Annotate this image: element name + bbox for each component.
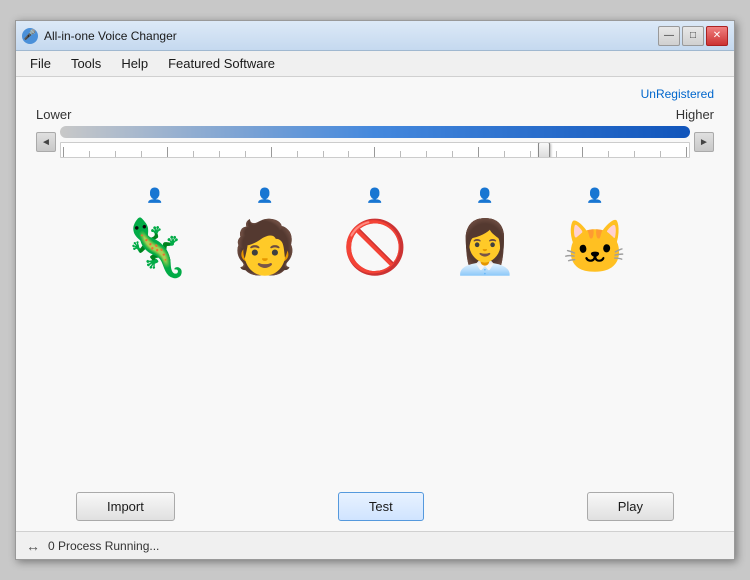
menu-file[interactable]: File — [20, 53, 61, 74]
higher-label: Higher — [676, 107, 714, 122]
window-controls: — □ ✕ — [658, 26, 728, 46]
test-button[interactable]: Test — [338, 492, 424, 521]
tick — [141, 151, 142, 157]
person-icon-cat: 👤 — [586, 188, 603, 202]
title-bar-left: 🎤 All-in-one Voice Changer — [22, 28, 177, 44]
avatar-man[interactable]: 👤 🧑 — [225, 188, 305, 288]
tick — [530, 151, 531, 157]
window-title: All-in-one Voice Changer — [44, 29, 177, 43]
import-button[interactable]: Import — [76, 492, 175, 521]
avatars-section: 👤 🦎 👤 🧑 👤 🚫 👤 👩‍💼 👤 🐱 — [36, 188, 714, 288]
menu-tools[interactable]: Tools — [61, 53, 111, 74]
pitch-section: Lower Higher ◄ — [36, 107, 714, 158]
buttons-section: Import Test Play — [36, 492, 714, 521]
main-window: 🎤 All-in-one Voice Changer — □ ✕ File To… — [15, 20, 735, 560]
tick — [167, 147, 168, 157]
avatar-woman[interactable]: 👤 👩‍💼 — [445, 188, 525, 288]
tick — [478, 147, 479, 157]
avatar-img-cat: 🐱 — [555, 208, 635, 288]
unregistered-badge[interactable]: UnRegistered — [36, 87, 714, 101]
app-icon: 🎤 — [22, 28, 38, 44]
status-icon: ↔ — [26, 538, 40, 554]
tick — [323, 151, 324, 157]
menu-help[interactable]: Help — [111, 53, 158, 74]
person-icon-none: 👤 — [366, 188, 383, 202]
tick-marks — [61, 143, 689, 157]
tick — [582, 147, 583, 157]
pitch-slider-container: ◄ — [36, 126, 714, 158]
tick — [374, 147, 375, 157]
tick — [608, 151, 609, 157]
pitch-labels: Lower Higher — [36, 107, 714, 122]
person-icon-man: 👤 — [256, 188, 273, 202]
tick — [348, 151, 349, 157]
tick — [219, 151, 220, 157]
tick — [89, 151, 90, 157]
content-spacer — [36, 308, 714, 482]
tick — [452, 151, 453, 157]
menu-bar: File Tools Help Featured Software — [16, 51, 734, 77]
person-icon-dragon: 👤 — [146, 188, 163, 202]
tick — [297, 151, 298, 157]
tick — [556, 151, 557, 157]
tick — [426, 151, 427, 157]
tick — [63, 147, 64, 157]
tick — [245, 151, 246, 157]
tick — [115, 151, 116, 157]
person-icon-woman: 👤 — [476, 188, 493, 202]
tick — [660, 151, 661, 157]
avatar-none[interactable]: 👤 🚫 — [335, 188, 415, 288]
play-button[interactable]: Play — [587, 492, 674, 521]
pitch-left-arrow[interactable]: ◄ — [36, 132, 56, 152]
avatar-img-none: 🚫 — [335, 208, 415, 288]
tick — [504, 151, 505, 157]
avatar-img-woman: 👩‍💼 — [445, 208, 525, 288]
pitch-tick-bar[interactable] — [60, 142, 690, 158]
content-area: UnRegistered Lower Higher ◄ — [16, 77, 734, 531]
pitch-slider-wrapper — [60, 126, 690, 158]
close-button[interactable]: ✕ — [706, 26, 728, 46]
avatar-cat[interactable]: 👤 🐱 — [555, 188, 635, 288]
tick — [634, 151, 635, 157]
title-bar: 🎤 All-in-one Voice Changer — □ ✕ — [16, 21, 734, 51]
lower-label: Lower — [36, 107, 71, 122]
tick — [400, 151, 401, 157]
minimize-button[interactable]: — — [658, 26, 680, 46]
menu-featured-software[interactable]: Featured Software — [158, 53, 285, 74]
tick — [686, 147, 687, 157]
avatar-dragon[interactable]: 👤 🦎 — [115, 188, 195, 288]
tick — [271, 147, 272, 157]
maximize-button[interactable]: □ — [682, 26, 704, 46]
avatar-img-dragon: 🦎 — [115, 208, 195, 288]
status-text: 0 Process Running... — [48, 539, 159, 553]
pitch-right-arrow[interactable]: ► — [694, 132, 714, 152]
pitch-gradient-bar — [60, 126, 690, 138]
pitch-slider-thumb[interactable] — [538, 142, 550, 158]
tick — [193, 151, 194, 157]
avatar-img-man: 🧑 — [225, 208, 305, 288]
status-bar: ↔ 0 Process Running... — [16, 531, 734, 559]
